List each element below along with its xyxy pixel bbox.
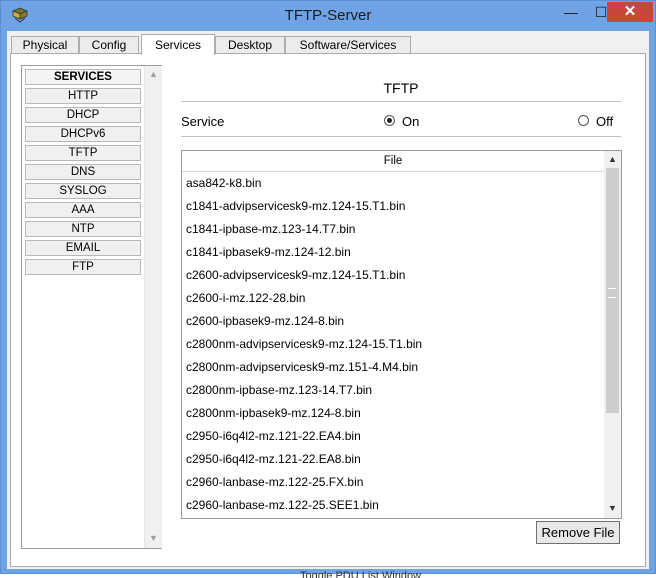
file-table: File asa842-k8.bin c1841-advipservicesk9… xyxy=(181,150,622,519)
service-item-tftp[interactable]: TFTP xyxy=(25,145,141,161)
file-row[interactable]: c2950-i6q4l2-mz.121-22.EA8.bin xyxy=(182,448,604,471)
title-bar[interactable]: TFTP-Server — ☐ ✕ xyxy=(1,1,655,31)
services-list: SERVICES HTTP DHCP DHCPv6 TFTP DNS SYSLO… xyxy=(21,65,162,549)
file-list-scrollbar[interactable]: ▲ ▼ xyxy=(604,151,621,518)
tab-software-services[interactable]: Software/Services xyxy=(285,36,411,54)
tab-physical[interactable]: Physical xyxy=(11,36,79,54)
service-item-dhcp[interactable]: DHCP xyxy=(25,107,141,123)
radio-selected-dot xyxy=(387,118,392,123)
window-client-area: Physical Config Services Desktop Softwar… xyxy=(7,31,649,569)
scrollbar-thumb[interactable] xyxy=(606,168,619,413)
service-item-aaa[interactable]: AAA xyxy=(25,202,141,218)
service-item-dns[interactable]: DNS xyxy=(25,164,141,180)
file-column-header[interactable]: File xyxy=(182,151,604,172)
scroll-up-arrow-icon[interactable]: ▲ xyxy=(149,69,158,79)
file-row[interactable]: c2800nm-ipbase-mz.123-14.T7.bin xyxy=(182,379,604,402)
service-item-ftp[interactable]: FTP xyxy=(25,259,141,275)
service-off-radio[interactable] xyxy=(578,115,589,126)
file-row[interactable]: asa842-k8.bin xyxy=(182,172,604,195)
remove-file-button[interactable]: Remove File xyxy=(536,521,620,544)
service-item-http[interactable]: HTTP xyxy=(25,88,141,104)
service-divider xyxy=(181,136,621,137)
tftp-server-window: TFTP-Server — ☐ ✕ Physical Config Servic… xyxy=(0,0,656,574)
file-row[interactable]: c1841-advipservicesk9-mz.124-15.T1.bin xyxy=(182,195,604,218)
services-tab-panel: SERVICES HTTP DHCP DHCPv6 TFTP DNS SYSLO… xyxy=(10,53,646,567)
close-button[interactable]: ✕ xyxy=(607,2,653,22)
tab-services[interactable]: Services xyxy=(141,34,215,55)
service-item-email[interactable]: EMAIL xyxy=(25,240,141,256)
service-label: Service xyxy=(181,114,225,129)
file-row[interactable]: c2800nm-advipservicesk9-mz.124-15.T1.bin xyxy=(182,333,604,356)
service-item-syslog[interactable]: SYSLOG xyxy=(25,183,141,199)
file-row[interactable]: c2600-ipbasek9-mz.124-8.bin xyxy=(182,310,604,333)
file-row[interactable]: c2600-advipservicesk9-mz.124-15.T1.bin xyxy=(182,264,604,287)
services-list-header: SERVICES xyxy=(25,69,141,85)
file-row[interactable]: c2960-lanbase-mz.122-25.FX.bin xyxy=(182,471,604,494)
background-window-text: Toggle PDU List Window xyxy=(300,570,422,578)
title-divider xyxy=(181,101,621,102)
scroll-down-arrow-icon[interactable]: ▼ xyxy=(149,533,158,543)
pane-title: TFTP xyxy=(383,80,419,96)
file-row[interactable]: c2600-i-mz.122-28.bin xyxy=(182,287,604,310)
services-scrollbar[interactable]: ▲ ▼ xyxy=(144,66,162,548)
file-row[interactable]: c2950-i6q4l2-mz.121-22.EA4.bin xyxy=(182,425,604,448)
file-row[interactable]: c1841-ipbase-mz.123-14.T7.bin xyxy=(182,218,604,241)
file-row[interactable]: c2800nm-ipbasek9-mz.124-8.bin xyxy=(182,402,604,425)
scrollbar-grip-icon xyxy=(608,288,616,298)
service-item-ntp[interactable]: NTP xyxy=(25,221,141,237)
file-list: asa842-k8.bin c1841-advipservicesk9-mz.1… xyxy=(182,172,604,517)
file-row[interactable]: c2960-lanbase-mz.122-25.SEE1.bin xyxy=(182,494,604,517)
service-item-dhcpv6[interactable]: DHCPv6 xyxy=(25,126,141,142)
tab-desktop[interactable]: Desktop xyxy=(215,36,285,54)
service-off-label[interactable]: Off xyxy=(596,114,613,129)
tab-config[interactable]: Config xyxy=(79,36,139,54)
minimize-button[interactable]: — xyxy=(557,2,585,22)
service-on-label[interactable]: On xyxy=(402,114,419,129)
file-row[interactable]: c2800nm-advipservicesk9-mz.151-4.M4.bin xyxy=(182,356,604,379)
scroll-up-arrow-icon[interactable]: ▲ xyxy=(608,154,617,164)
scroll-down-arrow-icon[interactable]: ▼ xyxy=(608,503,617,513)
service-on-radio[interactable] xyxy=(384,115,395,126)
file-row[interactable]: c1841-ipbasek9-mz.124-12.bin xyxy=(182,241,604,264)
